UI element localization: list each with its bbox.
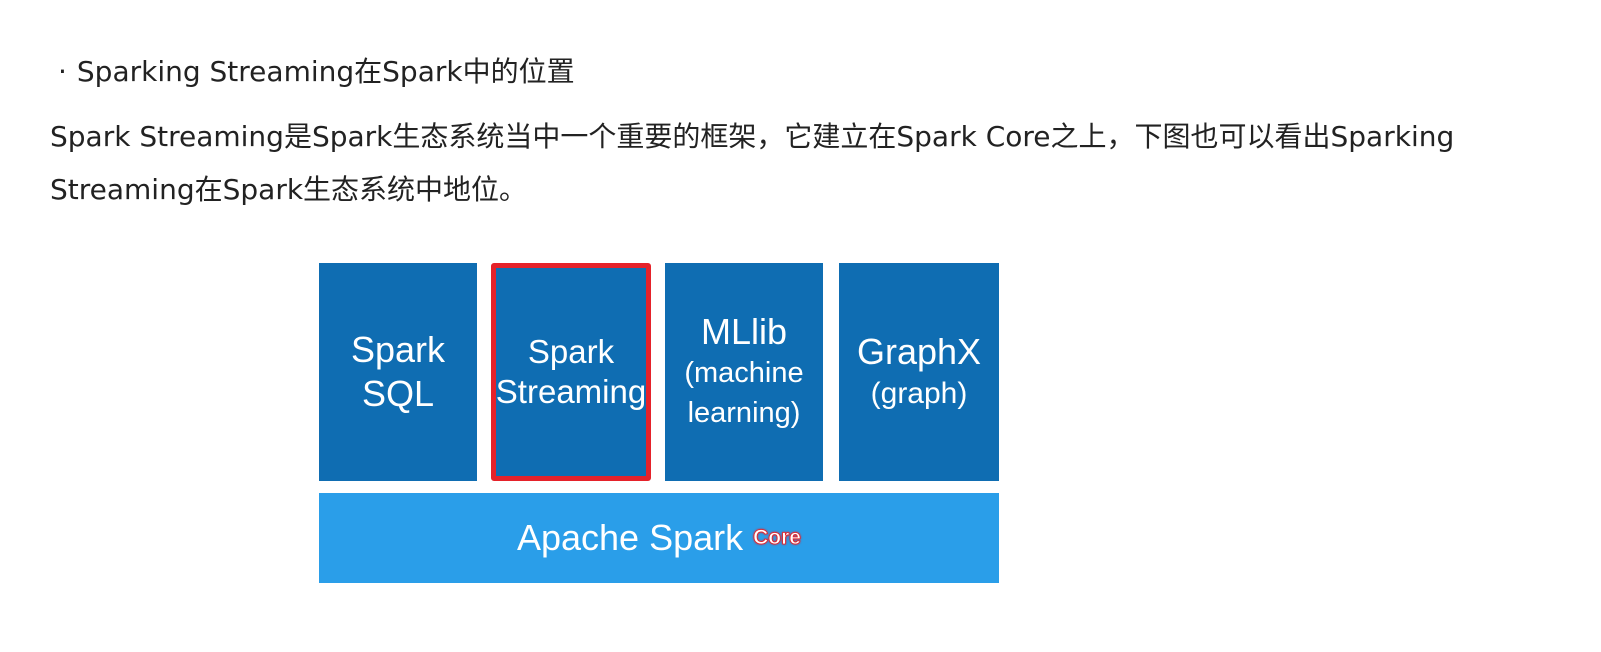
spark-sql-box: Spark SQL xyxy=(319,263,477,481)
box-subtitle: (graph) xyxy=(870,377,968,410)
box-subtitle: Streaming xyxy=(495,373,647,410)
spark-ecosystem-diagram: Spark SQL Spark Streaming MLlib (machine… xyxy=(319,263,999,585)
box-title: Spark xyxy=(527,333,615,370)
box-subtitle-2: learning) xyxy=(687,397,801,429)
description-paragraph: Spark Streaming是Spark生态系统当中一个重要的框架，它建立在S… xyxy=(50,120,1455,206)
heading-text: Sparking Streaming在Spark中的位置 xyxy=(76,55,575,88)
core-label: Apache Spark xyxy=(516,517,744,558)
core-annotation: Core xyxy=(753,526,802,550)
box-title: Spark xyxy=(350,329,446,370)
apache-spark-core-bar: Apache Spark Core xyxy=(319,493,999,583)
section-heading: · Sparking Streaming在Spark中的位置 xyxy=(58,52,575,92)
graphx-box: GraphX (graph) xyxy=(839,263,999,481)
bullet: · xyxy=(58,55,67,88)
box-title: MLlib xyxy=(700,311,788,352)
box-title: GraphX xyxy=(856,331,982,372)
spark-streaming-box: Spark Streaming xyxy=(491,263,651,481)
box-subtitle: SQL xyxy=(361,373,435,414)
mllib-box: MLlib (machine learning) xyxy=(665,263,823,481)
box-subtitle: (machine xyxy=(684,357,804,389)
